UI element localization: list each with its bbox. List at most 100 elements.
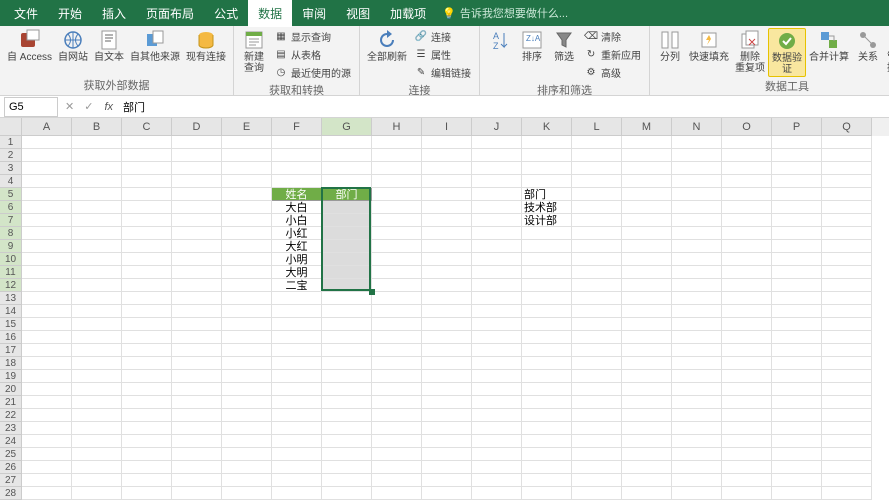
- tab-pagelayout[interactable]: 页面布局: [136, 0, 204, 27]
- cell-P27[interactable]: [772, 474, 822, 487]
- cell-J2[interactable]: [472, 149, 522, 162]
- cell-O14[interactable]: [722, 305, 772, 318]
- cell-J21[interactable]: [472, 396, 522, 409]
- cell-H8[interactable]: [372, 227, 422, 240]
- cell-A17[interactable]: [22, 344, 72, 357]
- cell-G14[interactable]: [322, 305, 372, 318]
- cell-F16[interactable]: [272, 331, 322, 344]
- cell-G28[interactable]: [322, 487, 372, 500]
- cell-H18[interactable]: [372, 357, 422, 370]
- cell-K1[interactable]: [522, 136, 572, 149]
- fx-icon[interactable]: fx: [98, 101, 119, 113]
- sort-button[interactable]: Z↓A排序: [516, 28, 548, 64]
- cell-J25[interactable]: [472, 448, 522, 461]
- cell-L27[interactable]: [572, 474, 622, 487]
- cell-B15[interactable]: [72, 318, 122, 331]
- cell-A8[interactable]: [22, 227, 72, 240]
- cell-F12[interactable]: 二宝: [272, 279, 322, 292]
- cell-Q18[interactable]: [822, 357, 872, 370]
- cell-L12[interactable]: [572, 279, 622, 292]
- cell-K21[interactable]: [522, 396, 572, 409]
- cell-P11[interactable]: [772, 266, 822, 279]
- from-web-button[interactable]: 自网站: [55, 28, 91, 64]
- cell-N21[interactable]: [672, 396, 722, 409]
- cell-G2[interactable]: [322, 149, 372, 162]
- cell-I15[interactable]: [422, 318, 472, 331]
- cell-A23[interactable]: [22, 422, 72, 435]
- cell-M13[interactable]: [622, 292, 672, 305]
- cell-P9[interactable]: [772, 240, 822, 253]
- cell-L17[interactable]: [572, 344, 622, 357]
- cell-A10[interactable]: [22, 253, 72, 266]
- cell-D18[interactable]: [172, 357, 222, 370]
- cell-K26[interactable]: [522, 461, 572, 474]
- cell-D1[interactable]: [172, 136, 222, 149]
- cell-L28[interactable]: [572, 487, 622, 500]
- cell-O23[interactable]: [722, 422, 772, 435]
- cell-J18[interactable]: [472, 357, 522, 370]
- cell-G19[interactable]: [322, 370, 372, 383]
- cell-G22[interactable]: [322, 409, 372, 422]
- cell-C7[interactable]: [122, 214, 172, 227]
- cell-K18[interactable]: [522, 357, 572, 370]
- cell-E3[interactable]: [222, 162, 272, 175]
- cell-F23[interactable]: [272, 422, 322, 435]
- cell-P13[interactable]: [772, 292, 822, 305]
- cell-Q24[interactable]: [822, 435, 872, 448]
- row-header-12[interactable]: 12: [0, 279, 22, 292]
- cell-N3[interactable]: [672, 162, 722, 175]
- cell-H12[interactable]: [372, 279, 422, 292]
- cell-J14[interactable]: [472, 305, 522, 318]
- cell-B20[interactable]: [72, 383, 122, 396]
- cell-P21[interactable]: [772, 396, 822, 409]
- cell-A4[interactable]: [22, 175, 72, 188]
- cell-E20[interactable]: [222, 383, 272, 396]
- cell-A13[interactable]: [22, 292, 72, 305]
- cell-L25[interactable]: [572, 448, 622, 461]
- cell-C16[interactable]: [122, 331, 172, 344]
- col-header-L[interactable]: L: [572, 118, 622, 136]
- row-header-25[interactable]: 25: [0, 448, 22, 461]
- cell-L15[interactable]: [572, 318, 622, 331]
- cell-M12[interactable]: [622, 279, 672, 292]
- cell-C23[interactable]: [122, 422, 172, 435]
- cell-I25[interactable]: [422, 448, 472, 461]
- cell-C20[interactable]: [122, 383, 172, 396]
- cell-E13[interactable]: [222, 292, 272, 305]
- cell-N23[interactable]: [672, 422, 722, 435]
- cell-F25[interactable]: [272, 448, 322, 461]
- from-text-button[interactable]: 自文本: [91, 28, 127, 64]
- cell-Q7[interactable]: [822, 214, 872, 227]
- properties-button[interactable]: ☰属性: [412, 46, 473, 63]
- data-model-button[interactable]: 管理数 据模型: [884, 28, 889, 75]
- cell-M19[interactable]: [622, 370, 672, 383]
- col-header-B[interactable]: B: [72, 118, 122, 136]
- cell-C21[interactable]: [122, 396, 172, 409]
- cell-Q21[interactable]: [822, 396, 872, 409]
- cell-H20[interactable]: [372, 383, 422, 396]
- cell-K25[interactable]: [522, 448, 572, 461]
- cell-K2[interactable]: [522, 149, 572, 162]
- cell-E23[interactable]: [222, 422, 272, 435]
- cell-J7[interactable]: [472, 214, 522, 227]
- cell-G8[interactable]: [322, 227, 372, 240]
- cell-E6[interactable]: [222, 201, 272, 214]
- cell-E26[interactable]: [222, 461, 272, 474]
- cell-O25[interactable]: [722, 448, 772, 461]
- cell-O19[interactable]: [722, 370, 772, 383]
- cell-J22[interactable]: [472, 409, 522, 422]
- cell-I13[interactable]: [422, 292, 472, 305]
- cell-D9[interactable]: [172, 240, 222, 253]
- cell-L24[interactable]: [572, 435, 622, 448]
- cell-L18[interactable]: [572, 357, 622, 370]
- cell-B7[interactable]: [72, 214, 122, 227]
- row-header-11[interactable]: 11: [0, 266, 22, 279]
- cell-J24[interactable]: [472, 435, 522, 448]
- tab-home[interactable]: 开始: [48, 0, 92, 27]
- cell-E5[interactable]: [222, 188, 272, 201]
- cell-B24[interactable]: [72, 435, 122, 448]
- cell-F17[interactable]: [272, 344, 322, 357]
- cell-N28[interactable]: [672, 487, 722, 500]
- col-header-O[interactable]: O: [722, 118, 772, 136]
- cell-P15[interactable]: [772, 318, 822, 331]
